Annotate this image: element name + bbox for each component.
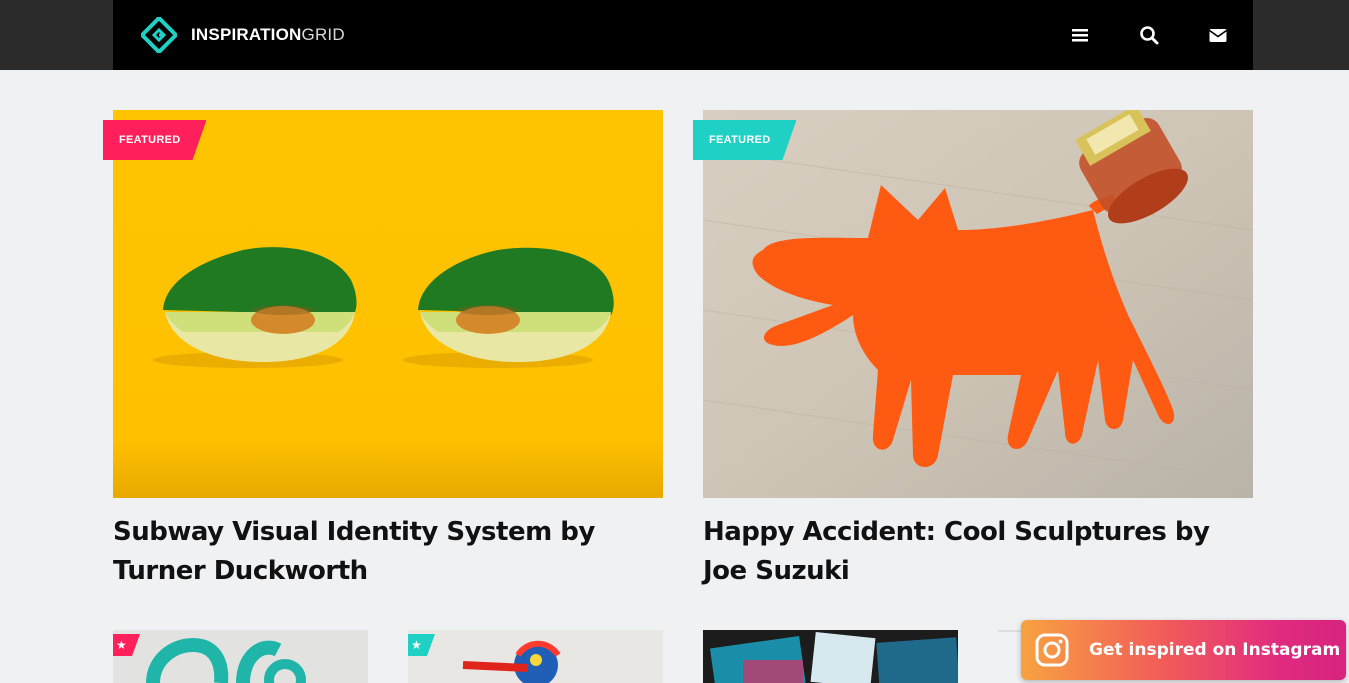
logo-text: INSPIRATIONGRID <box>191 25 345 45</box>
featured-image-sculpture[interactable] <box>703 110 1253 498</box>
site-logo[interactable]: INSPIRATIONGRID <box>141 17 345 53</box>
small-post-3[interactable] <box>703 630 958 683</box>
envelope-icon[interactable] <box>1207 24 1229 46</box>
logo-text-bold: INSPIRATION <box>191 25 302 44</box>
instagram-icon <box>1035 633 1069 667</box>
logo-text-light: GRID <box>301 25 345 44</box>
instagram-cta-button[interactable]: Get inspired on Instagram <box>1021 620 1346 680</box>
featured-post-1[interactable]: FEATURED Subway Visual Identity System b… <box>113 110 663 600</box>
navbar: INSPIRATIONGRID <box>113 0 1253 70</box>
featured-image-avocados[interactable] <box>113 110 663 498</box>
featured-badge[interactable]: FEATURED <box>103 120 206 160</box>
logo-icon <box>141 17 177 53</box>
search-icon[interactable] <box>1138 24 1160 46</box>
menu-icon[interactable] <box>1069 24 1091 46</box>
small-post-image[interactable] <box>703 630 958 683</box>
small-post-image[interactable] <box>408 630 663 683</box>
post-title[interactable]: Subway Visual Identity System by Turner … <box>113 513 663 591</box>
post-title[interactable]: Happy Accident: Cool Sculptures by Joe S… <box>703 513 1253 591</box>
featured-post-2[interactable]: FEATURED Happy Accident: Cool Sculptures… <box>703 110 1253 600</box>
instagram-cta-label: Get inspired on Instagram <box>1089 640 1341 660</box>
small-post-2[interactable]: ★ <box>408 630 663 683</box>
featured-badge[interactable]: FEATURED <box>693 120 796 160</box>
small-post-1[interactable]: ★ <box>113 630 368 683</box>
small-post-image[interactable] <box>113 630 368 683</box>
